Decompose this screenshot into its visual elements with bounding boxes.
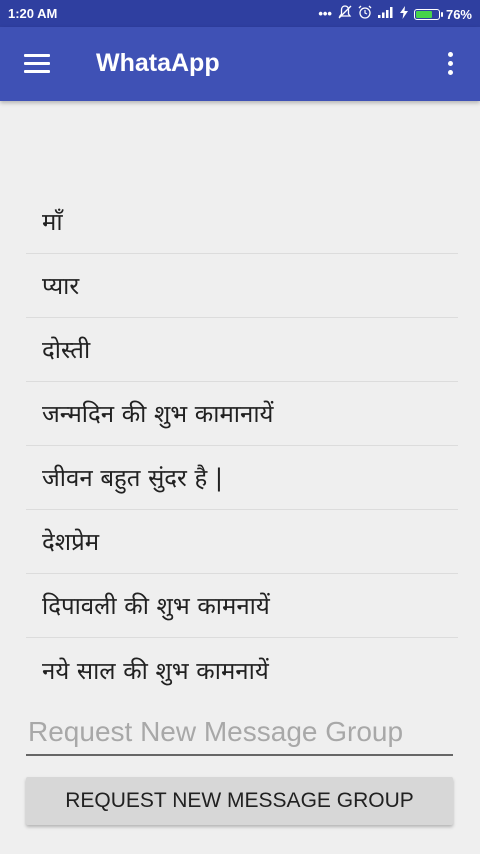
hamburger-menu-icon[interactable] <box>24 54 50 74</box>
status-time: 1:20 AM <box>8 6 58 21</box>
category-list-item[interactable]: दोस्ती <box>26 318 458 382</box>
signal-icon <box>377 6 394 22</box>
category-list-item[interactable]: देशप्रेम <box>26 510 458 574</box>
app-bar: WhataApp <box>0 27 480 101</box>
category-list-item[interactable]: दिपावली की शुभ कामनायें <box>26 574 458 638</box>
battery-percent: 76% <box>445 6 472 22</box>
status-bar: 1:20 AM ••• 76% <box>0 0 480 27</box>
category-list-item[interactable]: प्यार <box>26 254 458 318</box>
more-vertical-icon[interactable] <box>440 52 460 78</box>
charging-icon <box>399 5 408 23</box>
status-icons: ••• 76% <box>318 5 472 23</box>
request-group-button[interactable]: REQUEST NEW MESSAGE GROUP <box>26 777 453 825</box>
category-list-item[interactable]: जन्मदिन की शुभ कामानायें <box>26 382 458 446</box>
more-dots-icon: ••• <box>318 6 332 21</box>
battery-fill <box>415 10 433 18</box>
alarm-icon <box>358 5 372 23</box>
category-list-item[interactable]: नये साल की शुभ कामनायें <box>26 638 458 702</box>
app-title: WhataApp <box>96 49 220 77</box>
category-list-item[interactable]: जीवन बहुत सुंदर है | <box>26 446 458 510</box>
notifications-off-icon <box>338 5 352 23</box>
request-group-input[interactable] <box>26 712 453 756</box>
battery-icon <box>413 8 443 20</box>
category-list-item[interactable]: माँ <box>26 190 458 254</box>
category-list: माँ प्यार दोस्ती जन्मदिन की शुभ कामानायें जी… <box>26 190 458 702</box>
